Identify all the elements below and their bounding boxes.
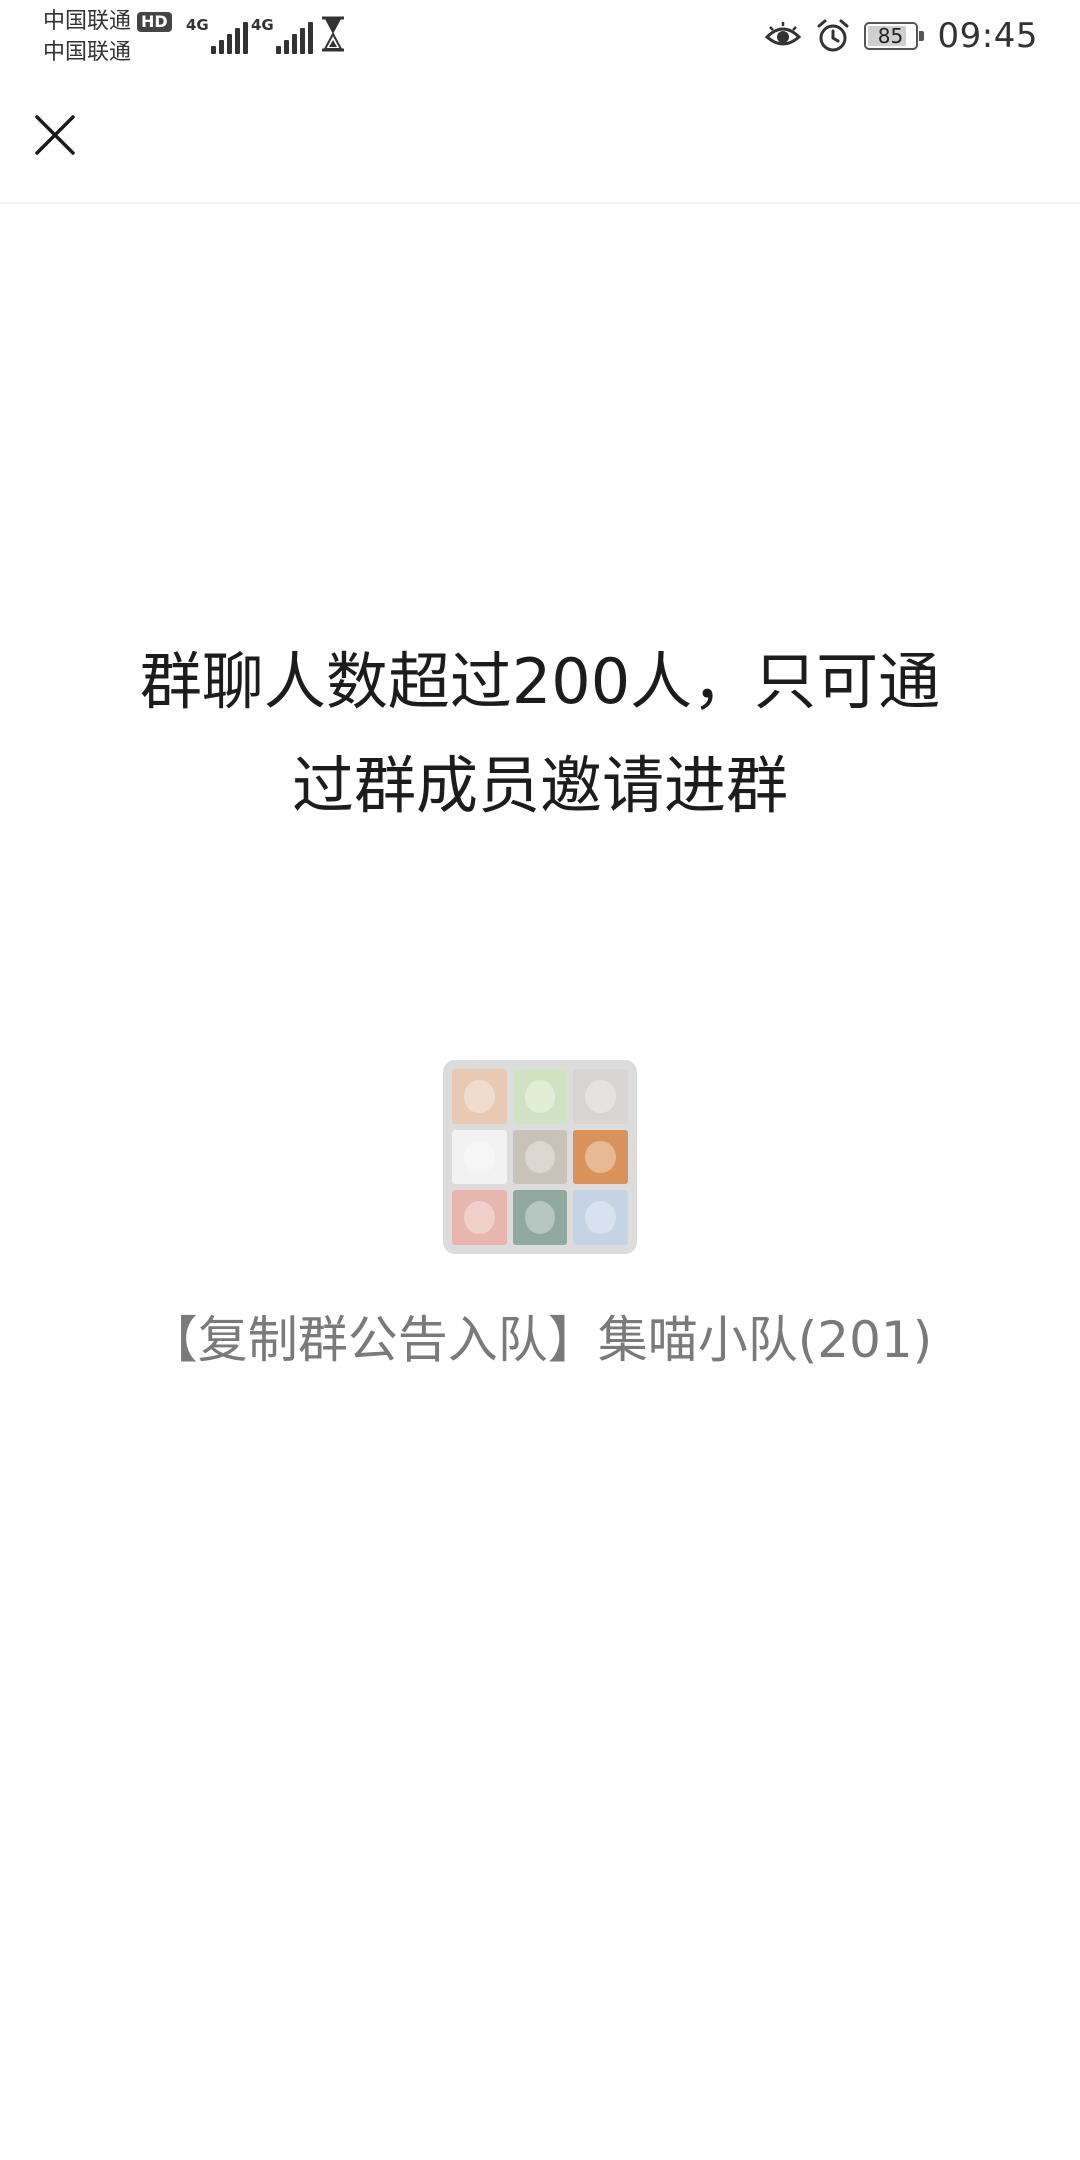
carrier-info: 中国联通 HD 中国联通 [43,6,183,68]
network-1-label: 4G [186,16,209,34]
eye-icon [764,22,801,46]
member-avatar [452,1129,507,1185]
member-avatar [512,1129,568,1185]
signal-icon: 4G [186,14,248,54]
message-line-2: 过群成员邀请进群 [291,749,788,822]
nav-bar [0,72,1080,204]
carrier-1-label: 中国联通 [43,9,132,34]
close-icon [35,115,75,155]
battery-level: 85 [877,24,904,48]
signal-icon: 4G [251,14,313,54]
alarm-icon [817,19,849,52]
status-time: 09:45 [937,16,1038,56]
member-avatar [573,1129,628,1185]
status-right-group: 85 09:45 [764,14,1038,58]
carrier-2-label: 中国联通 [43,40,132,65]
member-avatar [452,1069,507,1124]
hd-badge: HD [137,11,172,32]
hourglass-icon [322,16,344,52]
member-avatar [452,1190,507,1245]
member-avatar [573,1190,628,1245]
group-avatar[interactable] [443,1060,637,1254]
member-avatar [512,1069,568,1124]
status-bar: 中国联通 HD 中国联通 4G 4G 85 09:45 [0,0,1080,72]
network-2-label: 4G [251,16,274,34]
join-restriction-message: 群聊人数超过200人，只可通 过群成员邀请进群 [100,630,980,838]
member-avatar [573,1069,628,1124]
message-line-1: 群聊人数超过200人，只可通 [139,645,941,718]
member-avatar [512,1190,568,1245]
group-name[interactable]: 【复制群公告入队】集喵小队(201) [60,1305,1020,1375]
battery-icon: 85 [863,22,924,50]
close-button[interactable] [22,102,88,168]
